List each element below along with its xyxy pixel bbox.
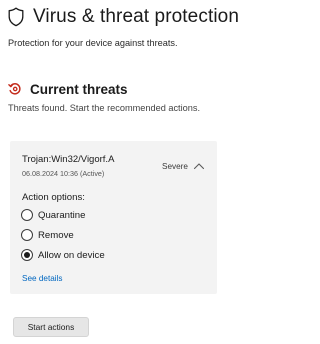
remove-radio[interactable] [21,229,33,241]
start-actions-button[interactable]: Start actions [13,317,89,337]
threat-severity: Severe [162,162,188,171]
option-label: Quarantine [38,209,86,221]
threat-scan-icon [8,82,22,96]
current-threats-title: Current threats [30,81,128,97]
option-allow-on-device[interactable]: Allow on device [21,247,105,263]
option-remove[interactable]: Remove [21,227,74,243]
page-title: Virus & threat protection [33,6,239,27]
shield-icon [8,7,24,27]
threat-card: Trojan:Win32/Vigorf.A 06.08.2024 10:36 (… [10,141,217,294]
see-details-link[interactable]: See details [22,274,63,283]
radio-selected-dot [24,252,30,258]
option-label: Remove [38,229,74,241]
threat-name: Trojan:Win32/Vigorf.A [22,154,115,165]
virus-threat-protection-page: Virus & threat protection Protection for… [0,0,268,344]
option-quarantine[interactable]: Quarantine [21,207,85,223]
option-label: Allow on device [38,249,105,261]
chevron-up-icon [193,157,205,175]
allow-on-device-radio[interactable] [21,249,33,261]
quarantine-radio[interactable] [21,209,33,221]
threat-date: 06.08.2024 10:36 (Active) [22,169,105,178]
collapse-threat-button[interactable] [192,159,206,173]
action-options-label: Action options: [22,192,85,203]
current-threats-description: Threats found. Start the recommended act… [8,103,201,113]
page-header: Virus & threat protection [8,4,239,30]
current-threats-header: Current threats [8,80,128,98]
page-subtitle: Protection for your device against threa… [8,38,178,48]
